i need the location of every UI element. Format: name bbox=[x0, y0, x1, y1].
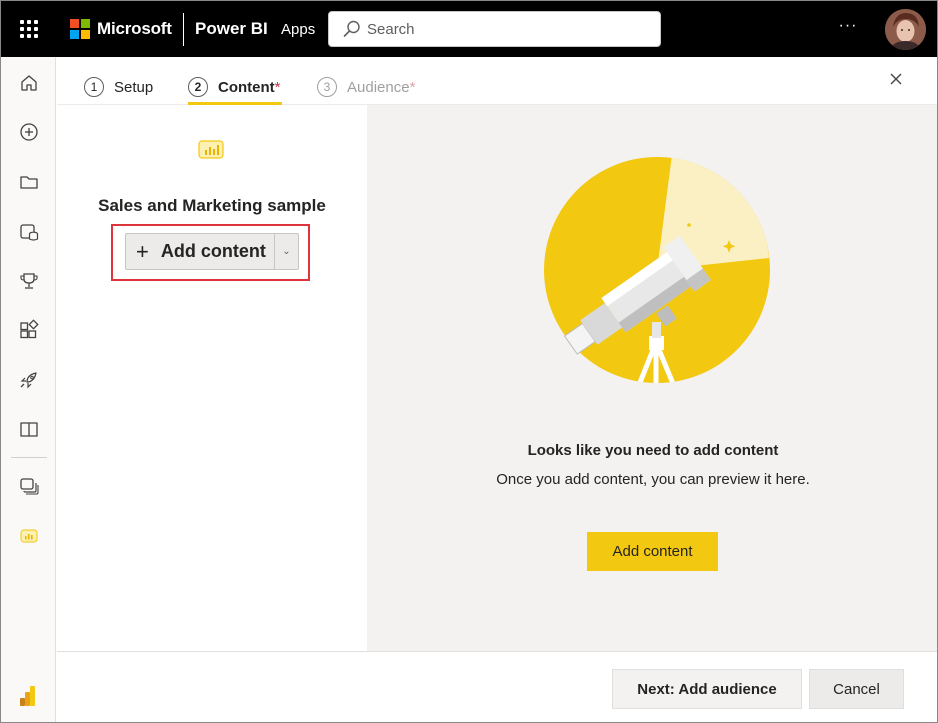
cancel-button[interactable]: Cancel bbox=[809, 669, 904, 709]
search-box[interactable] bbox=[328, 11, 661, 47]
step-label: Content bbox=[218, 78, 275, 96]
next-add-audience-button[interactable]: Next: Add audience bbox=[612, 669, 802, 709]
chevron-down-icon[interactable]: ⌄ bbox=[274, 234, 298, 269]
add-content-primary-button[interactable]: Add content bbox=[587, 532, 718, 571]
more-options-button[interactable]: ··· bbox=[833, 16, 863, 40]
product-name[interactable]: Power BI bbox=[195, 19, 268, 39]
wizard-header: 1 Setup 2 Content * 3 Audience * bbox=[57, 57, 937, 105]
search-icon bbox=[343, 20, 360, 37]
home-icon[interactable] bbox=[18, 72, 40, 94]
apps-icon[interactable] bbox=[18, 319, 40, 341]
telescope-illustration bbox=[544, 155, 770, 383]
powerbi-logo-icon bbox=[20, 686, 35, 706]
add-content-button[interactable]: + Add content bbox=[126, 234, 274, 269]
add-content-split-button[interactable]: + Add content ⌄ bbox=[125, 233, 299, 270]
avatar[interactable] bbox=[885, 9, 926, 50]
app-launcher-icon[interactable] bbox=[17, 17, 41, 41]
app-name: Sales and Marketing sample bbox=[98, 196, 326, 215]
metrics-icon[interactable] bbox=[18, 270, 40, 292]
step-number: 2 bbox=[188, 77, 208, 97]
step-number: 1 bbox=[84, 77, 104, 97]
learn-icon[interactable] bbox=[18, 418, 40, 440]
browse-icon[interactable] bbox=[18, 171, 40, 193]
app-window: Microsoft Power BI Apps ··· bbox=[0, 0, 938, 723]
step-setup[interactable]: 1 Setup bbox=[84, 77, 153, 97]
search-input[interactable] bbox=[367, 18, 647, 40]
add-content-label: Add content bbox=[160, 241, 266, 261]
close-icon[interactable] bbox=[888, 71, 904, 87]
top-bar: Microsoft Power BI Apps ··· bbox=[1, 1, 937, 57]
wizard-footer: Next: Add audience Cancel bbox=[57, 651, 937, 722]
section-name[interactable]: Apps bbox=[281, 21, 315, 38]
content-panel: Sales and Marketing sample + Add content… bbox=[57, 105, 367, 651]
create-icon[interactable] bbox=[18, 121, 40, 143]
workspaces-icon[interactable] bbox=[18, 475, 40, 497]
step-label: Setup bbox=[114, 78, 154, 96]
report-icon bbox=[198, 140, 224, 159]
required-marker: * bbox=[274, 78, 281, 96]
step-audience[interactable]: 3 Audience * bbox=[317, 77, 415, 97]
required-marker: * bbox=[409, 78, 416, 96]
brand-divider bbox=[183, 13, 184, 46]
step-number: 3 bbox=[317, 77, 337, 97]
empty-state-title: Looks like you need to add content bbox=[527, 442, 779, 459]
data-hub-icon[interactable] bbox=[18, 221, 40, 243]
nav-divider bbox=[11, 457, 47, 458]
empty-state-subtitle: Once you add content, you can preview it… bbox=[496, 471, 810, 488]
brand-name: Microsoft bbox=[97, 19, 172, 38]
preview-panel: Looks like you need to add content Once … bbox=[367, 105, 937, 651]
microsoft-logo-icon bbox=[70, 19, 90, 39]
step-label: Audience bbox=[347, 78, 410, 96]
deployment-icon[interactable] bbox=[18, 369, 40, 391]
step-content[interactable]: 2 Content * bbox=[188, 77, 281, 97]
plus-icon: + bbox=[136, 238, 149, 264]
left-nav bbox=[1, 57, 56, 722]
current-workspace-icon[interactable] bbox=[18, 525, 40, 547]
